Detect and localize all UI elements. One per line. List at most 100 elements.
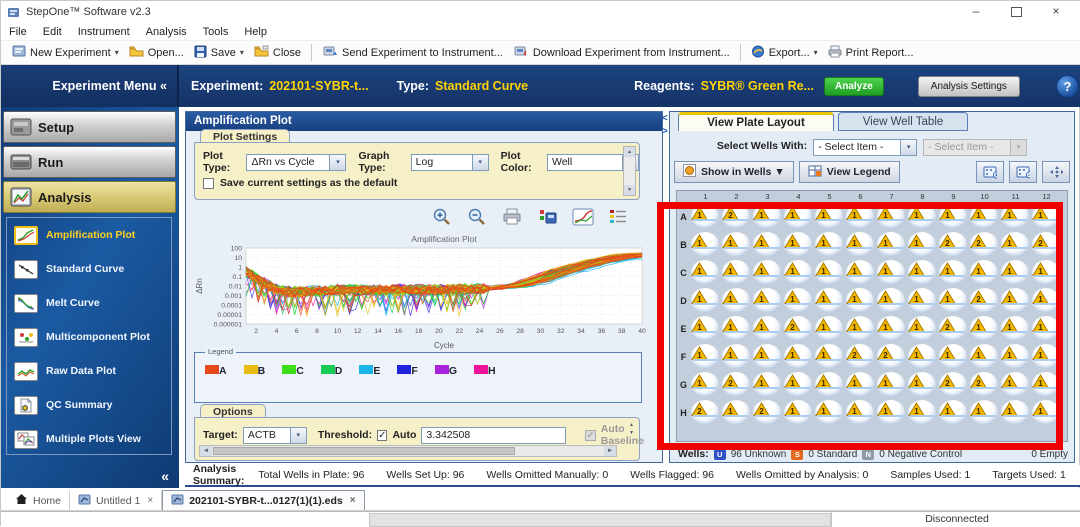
- well-A1[interactable]: 1: [690, 203, 721, 231]
- well-D7[interactable]: 1: [876, 287, 907, 315]
- well-E3[interactable]: 1: [752, 315, 783, 343]
- well-G7[interactable]: 1: [876, 371, 907, 399]
- well-B4[interactable]: 1: [783, 231, 814, 259]
- tab-view-plate-layout[interactable]: View Plate Layout: [678, 112, 834, 131]
- well-B7[interactable]: 1: [876, 231, 907, 259]
- well-G2[interactable]: 2: [721, 371, 752, 399]
- well-C10[interactable]: 1: [969, 259, 1000, 287]
- analyze-button[interactable]: Analyze: [824, 77, 884, 96]
- well-C4[interactable]: 1: [783, 259, 814, 287]
- well-F4[interactable]: 1: [783, 343, 814, 371]
- menu-help[interactable]: Help: [244, 26, 267, 38]
- well-E8[interactable]: 1: [907, 315, 938, 343]
- well-H7[interactable]: 1: [876, 399, 907, 427]
- well-B1[interactable]: 1: [690, 231, 721, 259]
- well-E9[interactable]: 2: [938, 315, 969, 343]
- well-C3[interactable]: 1: [752, 259, 783, 287]
- well-H6[interactable]: 1: [845, 399, 876, 427]
- well-F11[interactable]: 1: [1000, 343, 1031, 371]
- well-B5[interactable]: 1: [814, 231, 845, 259]
- well-A12[interactable]: 1: [1031, 203, 1062, 231]
- help-icon[interactable]: ?: [1056, 75, 1079, 98]
- well-F12[interactable]: 1: [1031, 343, 1062, 371]
- show-in-wells-button[interactable]: Show in Wells ▼: [674, 161, 794, 183]
- well-E7[interactable]: 1: [876, 315, 907, 343]
- well-B2[interactable]: 1: [721, 231, 752, 259]
- tab-untitled-1[interactable]: Untitled 1×: [70, 491, 162, 510]
- select-wells-dropdown-1[interactable]: - Select Item -▾: [813, 139, 917, 156]
- well-F3[interactable]: 1: [752, 343, 783, 371]
- well-B8[interactable]: 1: [907, 231, 938, 259]
- sidebar-item-amplification-plot[interactable]: Amplification Plot: [7, 218, 171, 252]
- plot-properties-icon[interactable]: [571, 206, 595, 228]
- well-F5[interactable]: 1: [814, 343, 845, 371]
- well-C2[interactable]: 1: [721, 259, 752, 287]
- minimize-button[interactable]: –: [959, 1, 993, 22]
- well-E11[interactable]: 1: [1000, 315, 1031, 343]
- scrollbar-thumb[interactable]: [213, 447, 515, 455]
- well-A11[interactable]: 1: [1000, 203, 1031, 231]
- well-F10[interactable]: 1: [969, 343, 1000, 371]
- well-H9[interactable]: 1: [938, 399, 969, 427]
- well-F1[interactable]: 1: [690, 343, 721, 371]
- well-C6[interactable]: 1: [845, 259, 876, 287]
- experiment-menu-toggle[interactable]: Experiment Menu «: [1, 65, 179, 107]
- well-B12[interactable]: 2: [1031, 231, 1062, 259]
- close-button[interactable]: ×: [1039, 1, 1073, 22]
- toggle-legend-icon[interactable]: [606, 206, 630, 228]
- well-G1[interactable]: 1: [690, 371, 721, 399]
- panel-splitter[interactable]: < >: [662, 114, 671, 137]
- sidebar-item-qc-summary[interactable]: QC Summary: [7, 388, 171, 422]
- expand-right-icon[interactable]: >: [662, 127, 671, 137]
- well-A3[interactable]: 1: [752, 203, 783, 231]
- analysis-settings-button[interactable]: Analysis Settings: [918, 76, 1020, 97]
- plate-zoom-in-button[interactable]: [976, 161, 1004, 183]
- well-G11[interactable]: 1: [1000, 371, 1031, 399]
- well-G12[interactable]: 1: [1031, 371, 1062, 399]
- well-D6[interactable]: 1: [845, 287, 876, 315]
- well-A9[interactable]: 1: [938, 203, 969, 231]
- well-H10[interactable]: 1: [969, 399, 1000, 427]
- well-F6[interactable]: 2: [845, 343, 876, 371]
- sidebar-item-raw-data-plot[interactable]: Raw Data Plot: [7, 354, 171, 388]
- well-G10[interactable]: 2: [969, 371, 1000, 399]
- sidebar-section-setup[interactable]: Setup: [3, 111, 176, 143]
- well-E6[interactable]: 1: [845, 315, 876, 343]
- save-default-checkbox[interactable]: [203, 178, 214, 189]
- sidebar-collapse-icon[interactable]: «: [161, 468, 169, 484]
- plate-pan-button[interactable]: [1042, 161, 1070, 183]
- well-E1[interactable]: 1: [690, 315, 721, 343]
- threshold-value-input[interactable]: [421, 427, 566, 444]
- well-E10[interactable]: 1: [969, 315, 1000, 343]
- scroll-up-icon[interactable]: ▲: [624, 147, 635, 157]
- well-D11[interactable]: 1: [1000, 287, 1031, 315]
- menu-file[interactable]: File: [9, 26, 27, 38]
- menu-analysis[interactable]: Analysis: [146, 26, 187, 38]
- well-G9[interactable]: 2: [938, 371, 969, 399]
- well-H1[interactable]: 2: [690, 399, 721, 427]
- toolbar-open[interactable]: Open...: [124, 43, 189, 62]
- well-C7[interactable]: 1: [876, 259, 907, 287]
- print-plot-icon[interactable]: [500, 206, 524, 228]
- well-G3[interactable]: 1: [752, 371, 783, 399]
- well-E4[interactable]: 2: [783, 315, 814, 343]
- well-H5[interactable]: 1: [814, 399, 845, 427]
- well-A6[interactable]: 1: [845, 203, 876, 231]
- well-E12[interactable]: 1: [1031, 315, 1062, 343]
- sidebar-item-multiple-plots-view[interactable]: Multiple Plots View: [7, 422, 171, 456]
- zoom-in-icon[interactable]: [430, 206, 454, 228]
- well-H2[interactable]: 1: [721, 399, 752, 427]
- menu-edit[interactable]: Edit: [43, 26, 62, 38]
- options-spinner[interactable]: ▲▼: [629, 422, 634, 436]
- close-tab-icon[interactable]: ×: [147, 495, 153, 506]
- well-A2[interactable]: 2: [721, 203, 752, 231]
- well-B6[interactable]: 1: [845, 231, 876, 259]
- toolbar-save[interactable]: Save▾: [189, 43, 249, 63]
- well-A5[interactable]: 1: [814, 203, 845, 231]
- toolbar-close[interactable]: Close: [249, 43, 306, 62]
- tab-202101-sybr-t-0127-1-1-eds[interactable]: 202101-SYBR-t...0127(1)(1).eds×: [162, 490, 364, 510]
- well-E5[interactable]: 1: [814, 315, 845, 343]
- maximize-button[interactable]: [999, 1, 1033, 22]
- sidebar-section-run[interactable]: Run: [3, 146, 176, 178]
- well-D1[interactable]: 1: [690, 287, 721, 315]
